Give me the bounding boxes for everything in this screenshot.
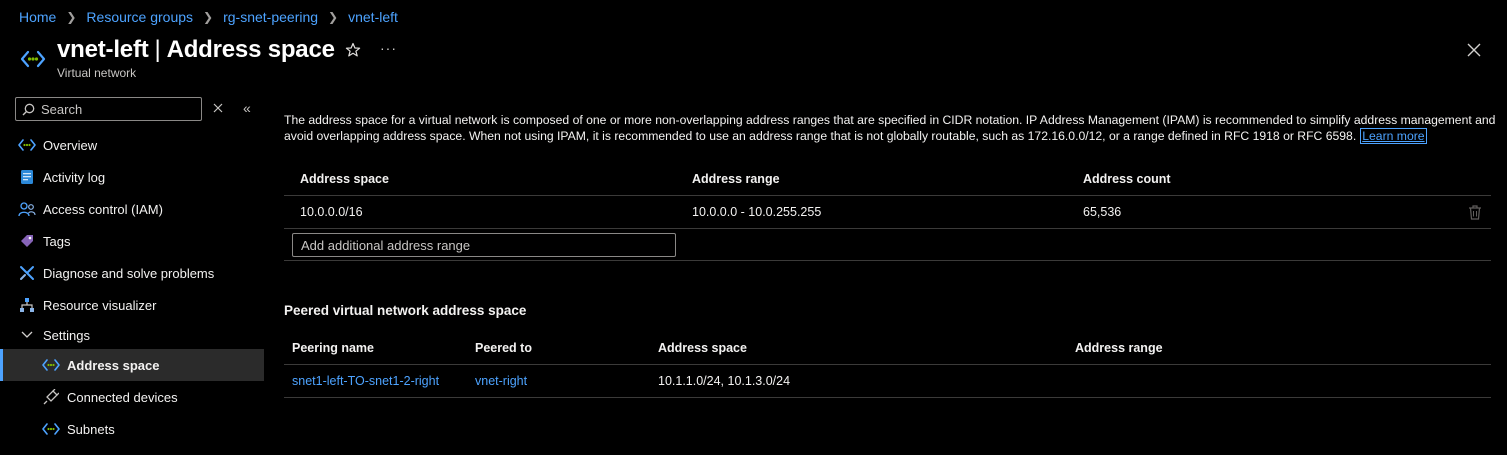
column-header: Address range bbox=[692, 172, 780, 186]
sidebar-item-address-space[interactable]: Address space bbox=[0, 349, 264, 381]
peered-section-title: Peered virtual network address space bbox=[284, 303, 527, 318]
breadcrumb-resource-group[interactable]: rg-snet-peering bbox=[223, 9, 318, 25]
search-input[interactable] bbox=[41, 101, 201, 117]
sidebar-item-label: Connected devices bbox=[67, 389, 178, 405]
column-header: Address range bbox=[1075, 341, 1163, 355]
sidebar-section-settings[interactable]: Settings bbox=[0, 321, 264, 349]
sidebar-item-label: Address space bbox=[67, 357, 160, 373]
column-header: Address space bbox=[658, 341, 747, 355]
trash-icon[interactable] bbox=[1468, 205, 1482, 220]
column-header: Peered to bbox=[475, 341, 532, 355]
vnet-icon bbox=[42, 357, 60, 373]
peered-address-table: Peering name Peered to Address space Add… bbox=[284, 332, 1491, 398]
learn-more-link[interactable]: Learn more bbox=[1360, 128, 1427, 144]
table-header: Peering name Peered to Address space Add… bbox=[284, 332, 1491, 365]
tag-icon bbox=[18, 233, 36, 249]
collapse-sidebar-icon[interactable]: « bbox=[243, 100, 251, 116]
wrench-icon bbox=[18, 265, 36, 281]
address-count-cell: 65,536 bbox=[1083, 205, 1122, 219]
column-header: Address space bbox=[300, 172, 389, 186]
breadcrumb: Home ❯ Resource groups ❯ rg-snet-peering… bbox=[19, 8, 398, 26]
resource-name: vnet-left bbox=[57, 36, 149, 63]
sidebar-item-label: Diagnose and solve problems bbox=[43, 265, 215, 281]
add-address-range-input[interactable] bbox=[292, 233, 676, 257]
table-header: Address space Address range Address coun… bbox=[284, 163, 1491, 196]
sidebar-item-subnets[interactable]: Subnets bbox=[0, 413, 264, 445]
peered-address-space-cell: 10.1.1.0/24, 10.1.3.0/24 bbox=[658, 374, 791, 388]
peered-to-link[interactable]: vnet-right bbox=[475, 374, 527, 388]
people-icon bbox=[18, 201, 36, 217]
add-range-row bbox=[284, 229, 1491, 261]
search-icon bbox=[22, 103, 35, 115]
address-space-table: Address space Address range Address coun… bbox=[284, 163, 1491, 261]
sidebar-item-label: Resource visualizer bbox=[43, 297, 157, 313]
breadcrumb-resource-groups[interactable]: Resource groups bbox=[86, 9, 193, 25]
description-text: The address space for a virtual network … bbox=[284, 112, 1499, 144]
activity-log-icon bbox=[18, 169, 36, 185]
page-title: vnet-left | Address space bbox=[57, 36, 335, 64]
sidebar-search[interactable] bbox=[15, 97, 202, 121]
table-row: snet1-left-TO-snet1-2-right vnet-right 1… bbox=[284, 365, 1491, 398]
sidebar-item-activity-log[interactable]: Activity log bbox=[0, 161, 264, 193]
peering-name-link[interactable]: snet1-left-TO-snet1-2-right bbox=[292, 374, 439, 388]
sidebar-item-diagnose[interactable]: Diagnose and solve problems bbox=[0, 257, 264, 289]
sidebar-item-label: Settings bbox=[43, 327, 90, 343]
sidebar-item-resource-visualizer[interactable]: Resource visualizer bbox=[0, 289, 264, 321]
column-header: Peering name bbox=[292, 341, 374, 355]
sidebar-item-label: Activity log bbox=[43, 169, 106, 185]
sidebar-item-access-control[interactable]: Access control (IAM) bbox=[0, 193, 264, 225]
more-options-icon[interactable]: ··· bbox=[380, 40, 397, 56]
chevron-right-icon: ❯ bbox=[203, 10, 214, 24]
clear-search-icon[interactable] bbox=[213, 103, 223, 113]
section-name: Address space bbox=[166, 36, 335, 63]
star-icon[interactable] bbox=[345, 42, 361, 58]
hierarchy-icon bbox=[18, 297, 36, 313]
close-icon[interactable] bbox=[1467, 43, 1481, 57]
chevron-right-icon: ❯ bbox=[328, 10, 339, 24]
plug-icon bbox=[42, 389, 60, 405]
vnet-icon bbox=[18, 137, 36, 153]
vnet-icon bbox=[42, 421, 60, 437]
title-separator: | bbox=[154, 36, 161, 63]
address-space-cell: 10.0.0.0/16 bbox=[300, 205, 363, 219]
sidebar-item-label: Access control (IAM) bbox=[43, 201, 163, 217]
column-header: Address count bbox=[1083, 172, 1171, 186]
breadcrumb-vnet[interactable]: vnet-left bbox=[348, 9, 398, 25]
sidebar-item-label: Subnets bbox=[67, 421, 115, 437]
table-row: 10.0.0.0/16 10.0.0.0 - 10.0.255.255 65,5… bbox=[284, 196, 1491, 229]
sidebar-nav: Overview Activity log Access control (IA… bbox=[0, 129, 264, 445]
address-range-cell: 10.0.0.0 - 10.0.255.255 bbox=[692, 205, 822, 219]
sidebar-item-tags[interactable]: Tags bbox=[0, 225, 264, 257]
sidebar-item-overview[interactable]: Overview bbox=[0, 129, 264, 161]
resource-type: Virtual network bbox=[57, 66, 137, 80]
breadcrumb-home[interactable]: Home bbox=[19, 9, 56, 25]
chevron-down-icon bbox=[18, 327, 36, 343]
sidebar-item-connected-devices[interactable]: Connected devices bbox=[0, 381, 264, 413]
chevron-right-icon: ❯ bbox=[66, 10, 77, 24]
sidebar-item-label: Tags bbox=[43, 233, 71, 249]
description-body: The address space for a virtual network … bbox=[284, 113, 1496, 143]
sidebar-item-label: Overview bbox=[43, 137, 98, 153]
vnet-icon bbox=[20, 50, 46, 68]
